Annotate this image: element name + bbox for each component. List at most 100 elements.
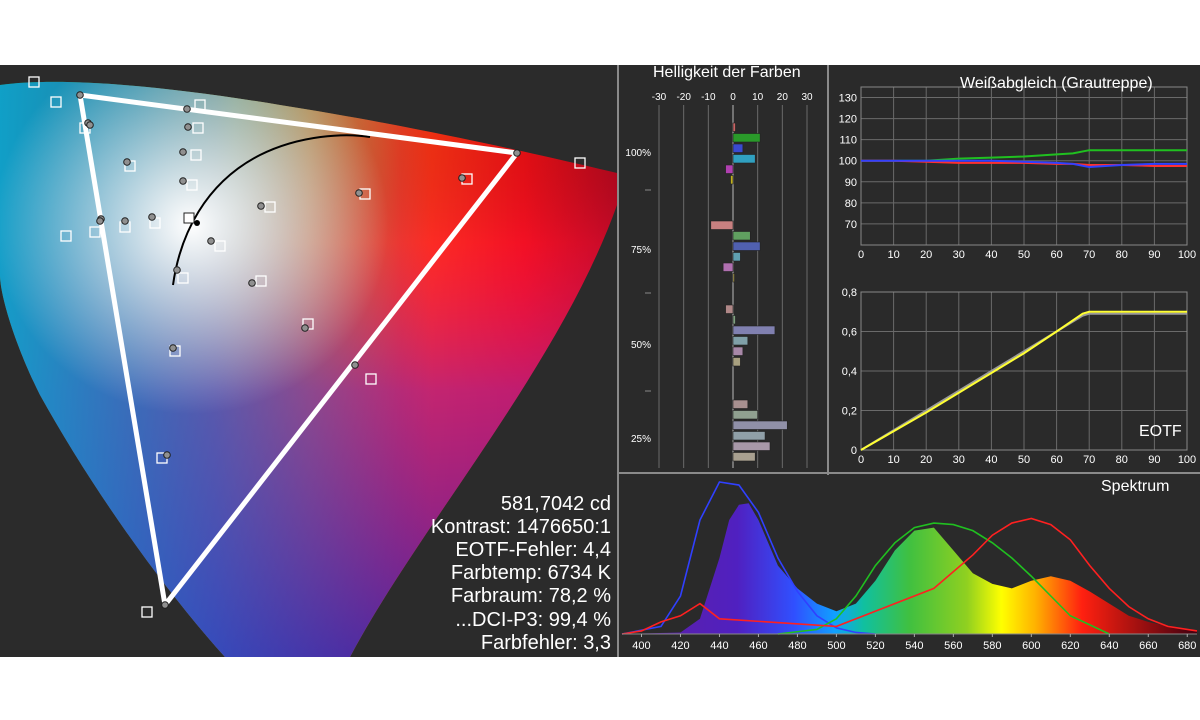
- x-tick-label: 660: [1139, 640, 1157, 652]
- measured-point: [173, 266, 181, 274]
- x-tick-label: 50: [1018, 454, 1030, 466]
- measured-point: [123, 158, 131, 166]
- measured-point: [96, 217, 104, 225]
- eotf-chart: 0 10 20 30 40 50 60 70 80 90 100 0,8 0,6 0,4 0,2 0: [842, 287, 1196, 466]
- x-tick-label: 0: [858, 454, 864, 466]
- x-tick-label: 60: [1050, 249, 1062, 261]
- measured-point: [161, 601, 169, 609]
- brightness-bar: [710, 220, 734, 230]
- y-tick-label: 80: [845, 198, 857, 210]
- measured-point: [76, 91, 84, 99]
- brightness-bar: [732, 336, 749, 346]
- y-tick-label: 25%: [631, 434, 651, 445]
- white-point-marker: [183, 212, 195, 224]
- x-tick-label: 460: [749, 640, 767, 652]
- x-tick-label: 60: [1050, 454, 1062, 466]
- y-tick-label: 70: [845, 219, 857, 231]
- measured-point: [207, 237, 215, 245]
- white-balance-chart: 0 10 20 30 40 50 60 70 80 90 100 130 120 110 100 90 80 70: [839, 86, 1196, 261]
- x-tick-label: 100: [1178, 249, 1196, 261]
- eotf-title: EOTF: [1139, 423, 1182, 440]
- measured-point: [121, 217, 129, 225]
- x-tick-label: 500: [827, 640, 845, 652]
- white-balance-title: Weißabgleich (Grautreppe): [960, 75, 1153, 92]
- y-tick-label: 100%: [625, 148, 651, 159]
- measured-point: [458, 174, 466, 182]
- x-tick-label: 90: [1148, 454, 1160, 466]
- x-tick-label: 80: [1116, 454, 1128, 466]
- measured-spectrum: [622, 503, 1197, 634]
- spectrum-title: Spektrum: [1101, 478, 1170, 495]
- x-tick-label: 480: [788, 640, 806, 652]
- measured-point: [179, 177, 187, 185]
- x-tick-label: 40: [985, 454, 997, 466]
- x-tick-label: 70: [1083, 454, 1095, 466]
- x-tick-label: 20: [920, 249, 932, 261]
- brightness-bar: [725, 164, 734, 174]
- measured-point: [301, 324, 309, 332]
- measured-point: [179, 148, 187, 156]
- y-tick-label: 0,4: [842, 366, 857, 378]
- x-tick-label: 20: [777, 92, 789, 103]
- measured-point: [257, 202, 265, 210]
- x-tick-label: 0: [730, 92, 736, 103]
- gamut-text: Farbraum: 78,2 %: [450, 585, 611, 608]
- x-tick-label: 0: [858, 249, 864, 261]
- x-tick-label: -30: [652, 92, 667, 103]
- brightness-bar: [732, 441, 771, 451]
- dci-p3-text: ...DCI-P3: 99,4 %: [455, 608, 611, 631]
- white-point-measured: [194, 220, 200, 226]
- measured-point: [184, 123, 192, 131]
- brightness-bar: [732, 410, 758, 420]
- x-tick-label: 10: [887, 249, 899, 261]
- y-tick-label: 75%: [631, 245, 651, 256]
- brightness-bar: [732, 273, 735, 283]
- y-tick-label: 0: [851, 445, 857, 457]
- y-tick-label: 0,6: [842, 327, 857, 339]
- brightness-bar: [732, 357, 741, 367]
- target-marker: [141, 606, 153, 618]
- spectrum-chart: 400 420 440 460 480 500 520 540 560 580 600 620 640 6…: [621, 481, 1198, 652]
- brightness-bar: [722, 262, 734, 272]
- x-tick-label: -20: [676, 92, 691, 103]
- brightness-bar: [732, 399, 749, 409]
- x-tick-label: 40: [985, 249, 997, 261]
- measured-point: [351, 361, 359, 369]
- right-charts: Helligkeit der Farben -30 -20 -10 0 10 20 30 10…: [617, 64, 1200, 657]
- contrast-text: Kontrast: 1476650:1: [430, 515, 611, 538]
- x-tick-label: 600: [1022, 640, 1040, 652]
- brightness-bar: [732, 122, 736, 132]
- x-tick-label: 50: [1018, 249, 1030, 261]
- measured-point: [86, 121, 94, 129]
- brightness-bar: [732, 143, 744, 153]
- x-tick-label: 90: [1148, 249, 1160, 261]
- x-tick-label: 10: [887, 454, 899, 466]
- brightness-bar: [732, 346, 744, 356]
- x-tick-label: 70: [1083, 249, 1095, 261]
- measured-point: [513, 149, 521, 157]
- eotf-error-text: EOTF-Fehler: 4,4: [455, 538, 611, 561]
- x-tick-label: 20: [920, 454, 932, 466]
- brightness-bar: [732, 154, 756, 164]
- measured-point: [148, 213, 156, 221]
- cie-gamut-panel: 581,7042 cd Kontrast: 1476650:1 EOTF-Feh…: [0, 65, 617, 657]
- x-tick-label: 520: [866, 640, 884, 652]
- x-tick-label: 10: [752, 92, 764, 103]
- brightness-bar: [732, 133, 761, 143]
- y-tick-label: 120: [839, 114, 857, 126]
- x-tick-label: 100: [1178, 454, 1196, 466]
- x-tick-label: 580: [983, 640, 1001, 652]
- brightness-bar: [732, 241, 761, 251]
- stats-box: 581,7042 cd Kontrast: 1476650:1 EOTF-Feh…: [431, 493, 611, 655]
- x-tick-label: 540: [905, 640, 923, 652]
- y-tick-label: 110: [839, 135, 857, 147]
- x-tick-label: 440: [710, 640, 728, 652]
- luminance-text: 581,7042 cd: [500, 492, 611, 515]
- x-tick-label: 680: [1178, 640, 1196, 652]
- y-tick-label: 100: [839, 156, 857, 168]
- brightness-bar: [730, 175, 734, 185]
- measured-point: [248, 279, 256, 287]
- measured-point: [355, 189, 363, 197]
- y-tick-label: 0,8: [842, 287, 857, 299]
- brightness-bar: [732, 315, 736, 325]
